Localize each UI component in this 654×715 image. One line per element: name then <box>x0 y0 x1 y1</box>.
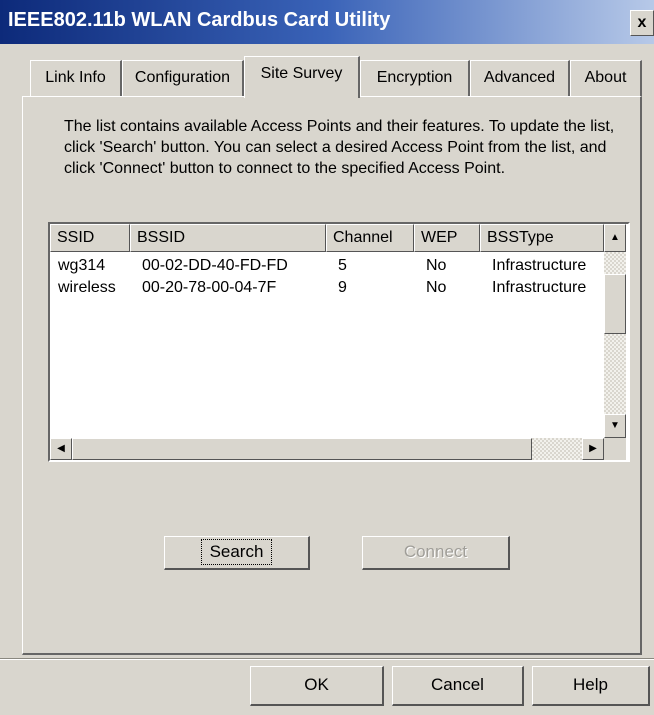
cell-channel: 5 <box>338 257 347 274</box>
tab-label: About <box>584 69 627 86</box>
footer-divider <box>0 658 654 660</box>
scrollbar-corner <box>604 438 626 460</box>
cell-ssid: wireless <box>58 279 116 296</box>
column-header-channel[interactable]: Channel <box>326 224 414 252</box>
search-button[interactable]: Search <box>164 536 310 570</box>
cell-bsstype: Infrastructure <box>492 279 587 296</box>
cancel-button-label: Cancel <box>431 675 484 694</box>
scroll-left-button[interactable]: ◀ <box>50 438 72 460</box>
arrow-right-icon: ▶ <box>589 443 597 454</box>
cell-ssid: wg314 <box>58 257 106 274</box>
connect-button[interactable]: Connect <box>362 536 510 570</box>
ok-button[interactable]: OK <box>250 666 384 706</box>
close-button[interactable]: x <box>630 10 654 36</box>
horizontal-scroll-thumb[interactable] <box>72 438 532 460</box>
tab-label: Configuration <box>134 69 231 86</box>
title-bar: IEEE802.11b WLAN Cardbus Card Utility x <box>0 0 654 44</box>
tab-site-survey[interactable]: Site Survey <box>244 56 360 98</box>
arrow-up-icon: ▲ <box>610 232 620 243</box>
tab-encryption[interactable]: Encryption <box>360 60 470 96</box>
window-title: IEEE802.11b WLAN Cardbus Card Utility <box>8 9 391 31</box>
scroll-down-button[interactable]: ▼ <box>604 414 626 438</box>
tab-label: Encryption <box>376 69 453 86</box>
cell-bssid: 00-20-78-00-04-7F <box>142 279 277 296</box>
search-button-label: Search <box>200 539 273 565</box>
help-button-label: Help <box>573 675 608 694</box>
tab-label: Site Survey <box>260 65 343 82</box>
vertical-scroll-thumb[interactable] <box>604 274 626 334</box>
ok-button-label: OK <box>304 675 329 694</box>
close-icon: x <box>637 14 647 31</box>
scroll-right-button[interactable]: ▶ <box>582 438 604 460</box>
column-header-ssid[interactable]: SSID <box>50 224 130 252</box>
cell-wep: No <box>426 257 447 274</box>
cell-wep: No <box>426 279 447 296</box>
cell-bssid: 00-02-DD-40-FD-FD <box>142 257 288 274</box>
tab-configuration[interactable]: Configuration <box>122 60 244 96</box>
help-button[interactable]: Help <box>532 666 650 706</box>
tab-about[interactable]: About <box>570 60 642 96</box>
arrow-left-icon: ◀ <box>57 443 65 454</box>
scroll-up-button[interactable]: ▲ <box>604 224 626 252</box>
instructions-text: The list contains available Access Point… <box>64 118 615 177</box>
column-header-bsstype[interactable]: BSSType <box>480 224 604 252</box>
tab-label: Link Info <box>45 69 106 86</box>
cell-bsstype: Infrastructure <box>492 257 587 274</box>
access-point-list[interactable]: SSID BSSID Channel WEP BSSType wg314 00-… <box>48 222 630 462</box>
column-header-bssid[interactable]: BSSID <box>130 224 326 252</box>
tab-advanced[interactable]: Advanced <box>470 60 570 96</box>
tab-link-info[interactable]: Link Info <box>30 60 122 96</box>
tab-label: Advanced <box>483 69 556 86</box>
cancel-button[interactable]: Cancel <box>392 666 524 706</box>
arrow-down-icon: ▼ <box>610 420 620 431</box>
cell-channel: 9 <box>338 279 347 296</box>
connect-button-label: Connect <box>403 542 468 561</box>
column-header-wep[interactable]: WEP <box>414 224 480 252</box>
